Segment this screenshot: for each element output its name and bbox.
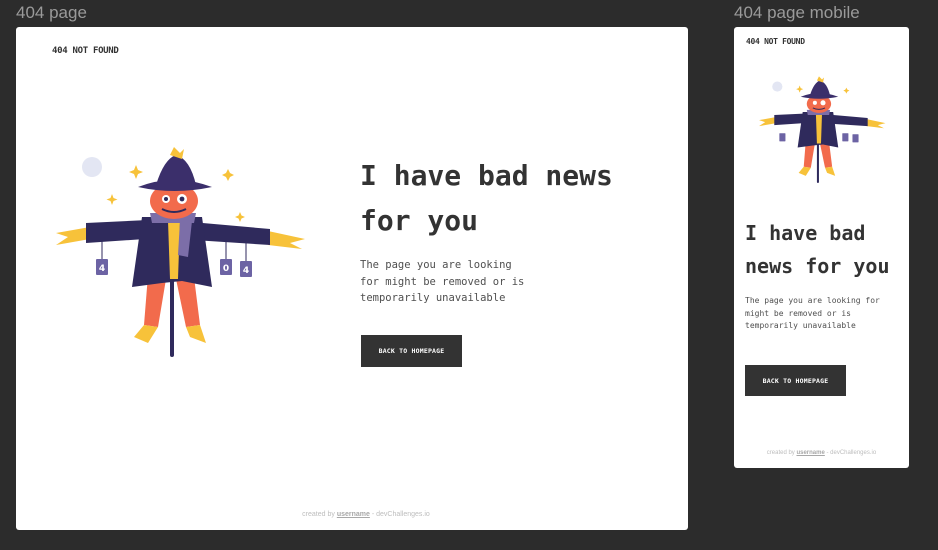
description-line: temporarily unavailable [745,321,856,330]
frame-label-desktop: 404 page [16,3,87,22]
footer-credit: created by username - devChallenges.io [734,450,909,456]
desktop-frame: 404 NOT FOUND 4 0 4 I have bad news for … [16,27,688,530]
description-line: might be removed or is [745,308,851,318]
back-to-homepage-button[interactable]: BACK TO HOMEPAGE [361,335,462,367]
mobile-frame: 404 NOT FOUND I have bad news for you Th… [734,27,909,468]
credit-username-link[interactable]: username [796,450,824,456]
headline-line: I have bad news [360,159,613,192]
scarecrow-figure: 4 0 4 [56,147,305,357]
frame-label-mobile: 404 page mobile [734,3,860,22]
description-line: for might be removed or is [360,275,525,288]
sparkle-icon [796,85,804,93]
page-title: I have bad news for you [745,217,890,283]
scarecrow-illustration: 4 0 4 [56,147,305,357]
moon-icon [772,81,783,92]
description-line: temporarily unavailable [360,292,506,304]
sparkle-icon [129,165,143,179]
tag-digit: 4 [243,266,249,276]
credit-suffix: - devChallenges.io [369,511,430,518]
page-title: I have bad news for you [360,153,613,243]
sparkle-icon [843,87,850,94]
headline-line: for you [360,204,479,237]
sparkle-icon [106,194,118,205]
footer-credit: created by username - devChallenges.io [16,511,688,518]
sparkle-icon [222,169,234,181]
back-to-homepage-button[interactable]: BACK TO HOMEPAGE [745,365,846,396]
page-description: The page you are looking for might be re… [745,295,880,333]
credit-username-link[interactable]: username [337,511,370,518]
moon-icon [82,157,102,177]
credit-prefix: created by [302,511,337,518]
description-line: The page you are looking for [745,296,880,305]
credit-suffix: - devChallenges.io [824,450,877,456]
scarecrow-illustration [759,76,886,184]
page-description: The page you are looking for might be re… [360,257,524,307]
scarecrow-figure [759,76,886,184]
description-line: The page you are looking [360,259,512,271]
headline-line: news for you [745,254,890,278]
credit-prefix: created by [766,450,797,456]
brand-logo[interactable]: 404 NOT FOUND [746,37,805,46]
tag-digit: 0 [223,264,229,274]
sparkle-icon [235,212,245,222]
headline-line: I have bad [745,221,866,245]
brand-logo[interactable]: 404 NOT FOUND [52,46,119,56]
tag-digit: 4 [99,264,105,274]
